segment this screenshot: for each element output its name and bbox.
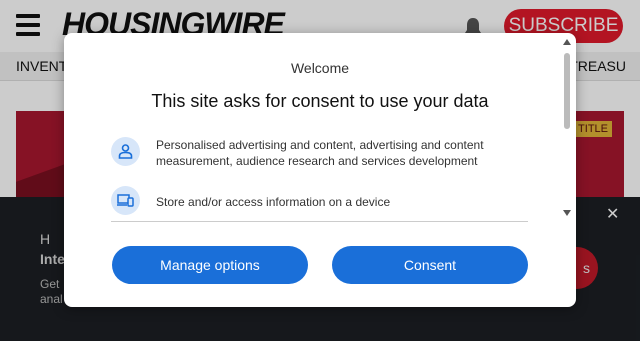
consent-button[interactable]: Consent [332, 246, 528, 284]
purpose-text: Store and/or access information on a dev… [156, 195, 391, 209]
manage-options-button[interactable]: Manage options [112, 246, 308, 284]
dialog-welcome: Welcome [290, 60, 350, 76]
scroll-thumb[interactable] [564, 53, 570, 129]
purpose-text: Personalised advertising and content, ad… [156, 138, 484, 168]
divider [111, 221, 528, 222]
scrollbar[interactable] [562, 39, 572, 225]
scroll-down-icon[interactable] [563, 210, 571, 216]
devices-icon [111, 186, 140, 215]
consent-dialog: Welcome This site asks for consent to us… [64, 33, 576, 307]
dialog-heading: This site asks for consent to use your d… [151, 91, 489, 111]
scroll-up-icon[interactable] [563, 39, 571, 45]
person-icon [111, 137, 140, 166]
